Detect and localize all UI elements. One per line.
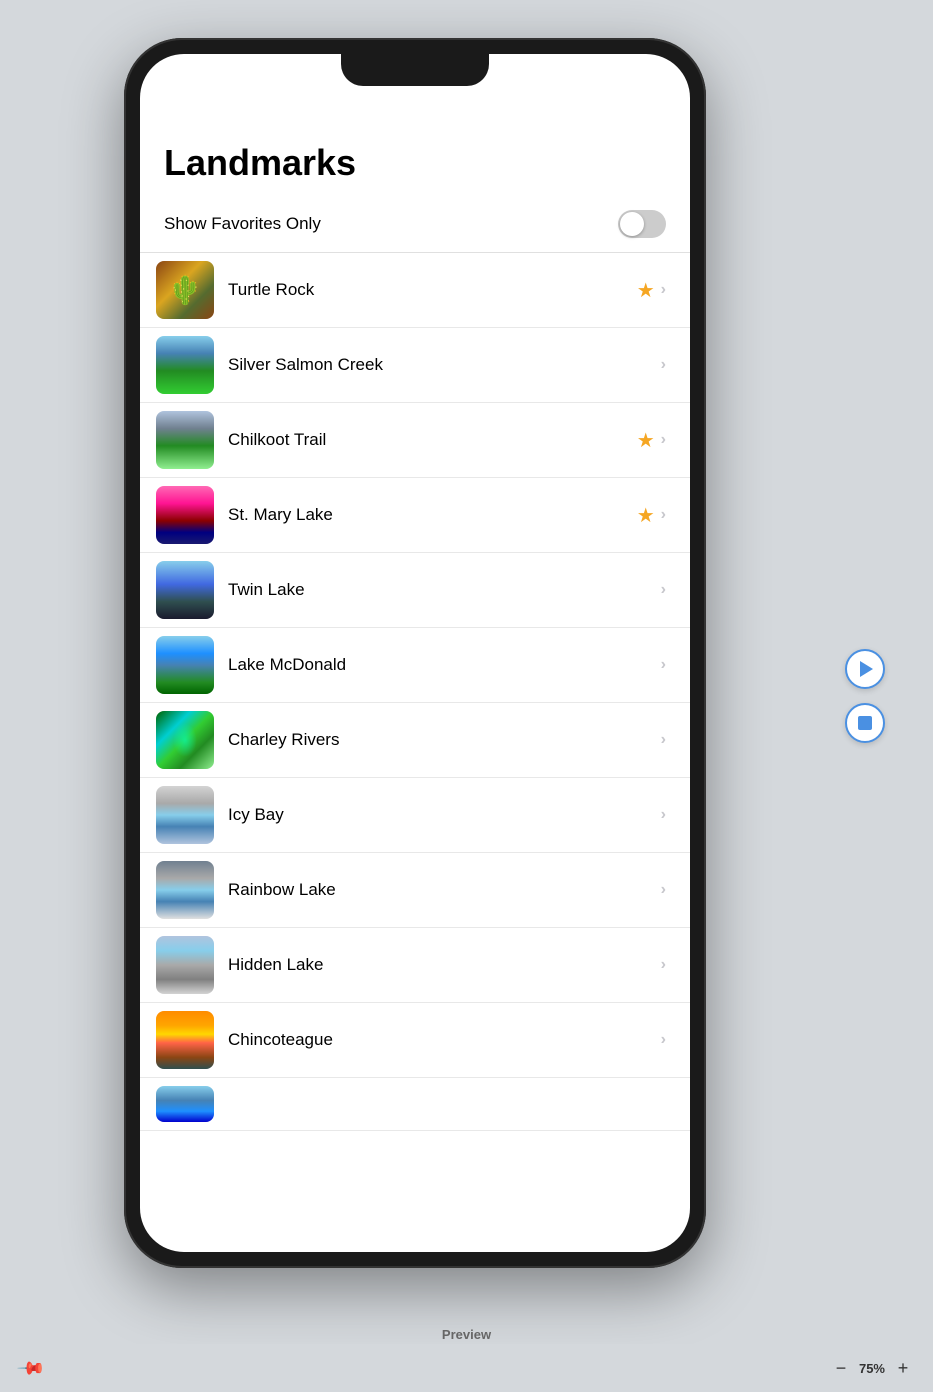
list-item[interactable]: St. Mary Lake ★ ›: [140, 478, 690, 553]
item-right-silver-salmon: ›: [661, 356, 666, 374]
landmark-name-turtle-rock: Turtle Rock: [228, 280, 637, 300]
item-right-lake-mcdonald: ›: [661, 656, 666, 674]
chevron-icon-turtle-rock: ›: [661, 281, 666, 299]
landmark-name-lake-mcdonald: Lake McDonald: [228, 655, 661, 675]
item-right-hidden-lake: ›: [661, 956, 666, 974]
list-item[interactable]: Silver Salmon Creek ›: [140, 328, 690, 403]
preview-label: Preview: [442, 1327, 491, 1342]
chevron-icon-icy-bay: ›: [661, 806, 666, 824]
phone-frame: Landmarks Show Favorites Only Turtle Roc…: [124, 38, 706, 1268]
favorites-toggle[interactable]: [618, 210, 666, 238]
landmark-name-charley-rivers: Charley Rivers: [228, 730, 661, 750]
page-title: Landmarks: [140, 126, 690, 196]
landmark-name-icy-bay: Icy Bay: [228, 805, 661, 825]
chevron-icon-st-mary: ›: [661, 506, 666, 524]
screen-content: Landmarks Show Favorites Only Turtle Roc…: [140, 54, 690, 1252]
landmark-image-turtle-rock: [156, 261, 214, 319]
favorite-star-turtle-rock: ★: [637, 278, 655, 303]
chevron-icon-lake-mcdonald: ›: [661, 656, 666, 674]
list-item[interactable]: Rainbow Lake ›: [140, 853, 690, 928]
landmark-image-lake-mcdonald: [156, 636, 214, 694]
landmark-image-hidden-lake: [156, 936, 214, 994]
item-right-charley-rivers: ›: [661, 731, 666, 749]
list-item[interactable]: Twin Lake ›: [140, 553, 690, 628]
chevron-icon-twin-lake: ›: [661, 581, 666, 599]
list-item[interactable]: Charley Rivers ›: [140, 703, 690, 778]
zoom-controls: − 75% +: [831, 1358, 913, 1379]
item-right-rainbow-lake: ›: [661, 881, 666, 899]
landmark-name-chincoteague: Chincoteague: [228, 1030, 661, 1050]
landmark-name-twin-lake: Twin Lake: [228, 580, 661, 600]
phone-screen: Landmarks Show Favorites Only Turtle Roc…: [140, 54, 690, 1252]
zoom-out-button[interactable]: −: [831, 1358, 851, 1379]
list-item-partial[interactable]: [140, 1078, 690, 1131]
landmark-image-chilkoot-trail: [156, 411, 214, 469]
landmark-name-hidden-lake: Hidden Lake: [228, 955, 661, 975]
side-controls: [845, 649, 885, 743]
landmark-image-twin-lake: [156, 561, 214, 619]
bottom-toolbar: 📌 − 75% +: [0, 1344, 933, 1392]
play-button[interactable]: [845, 649, 885, 689]
item-right-chincoteague: ›: [661, 1031, 666, 1049]
zoom-in-button[interactable]: +: [893, 1358, 913, 1379]
play-icon: [860, 661, 873, 677]
landmark-image-st-mary-lake: [156, 486, 214, 544]
landmark-name-chilkoot-trail: Chilkoot Trail: [228, 430, 637, 450]
item-right-twin-lake: ›: [661, 581, 666, 599]
notch: [341, 54, 489, 86]
landmark-image-chincoteague: [156, 1011, 214, 1069]
list-item[interactable]: Hidden Lake ›: [140, 928, 690, 1003]
item-right-turtle-rock: ★ ›: [637, 278, 666, 303]
pin-icon: 📌: [16, 1353, 47, 1384]
favorites-label: Show Favorites Only: [164, 214, 321, 234]
landmark-image-last: [156, 1086, 214, 1122]
favorite-star-st-mary: ★: [637, 503, 655, 528]
landmark-name-silver-salmon-creek: Silver Salmon Creek: [228, 355, 661, 375]
chevron-icon-chilkoot: ›: [661, 431, 666, 449]
stop-button[interactable]: [845, 703, 885, 743]
toggle-knob: [620, 212, 644, 236]
list-item[interactable]: Icy Bay ›: [140, 778, 690, 853]
chevron-icon-chincoteague: ›: [661, 1031, 666, 1049]
chevron-icon-silver-salmon: ›: [661, 356, 666, 374]
landmark-image-silver-salmon-creek: [156, 336, 214, 394]
item-right-chilkoot: ★ ›: [637, 428, 666, 453]
list-item[interactable]: Chincoteague ›: [140, 1003, 690, 1078]
stop-icon: [858, 716, 872, 730]
landmark-image-rainbow-lake: [156, 861, 214, 919]
chevron-icon-charley-rivers: ›: [661, 731, 666, 749]
landmark-name-st-mary-lake: St. Mary Lake: [228, 505, 637, 525]
chevron-icon-rainbow-lake: ›: [661, 881, 666, 899]
landmark-image-icy-bay: [156, 786, 214, 844]
item-right-icy-bay: ›: [661, 806, 666, 824]
landmark-name-rainbow-lake: Rainbow Lake: [228, 880, 661, 900]
app-content: Landmarks Show Favorites Only Turtle Roc…: [140, 54, 690, 1252]
landmark-image-charley-rivers: [156, 711, 214, 769]
item-right-st-mary: ★ ›: [637, 503, 666, 528]
list-item[interactable]: Lake McDonald ›: [140, 628, 690, 703]
list-item[interactable]: Turtle Rock ★ ›: [140, 253, 690, 328]
landmarks-list: Turtle Rock ★ › Silver Salmon Creek ›: [140, 253, 690, 1131]
favorites-row[interactable]: Show Favorites Only: [140, 196, 690, 253]
chevron-icon-hidden-lake: ›: [661, 956, 666, 974]
zoom-level: 75%: [859, 1361, 885, 1376]
list-item[interactable]: Chilkoot Trail ★ ›: [140, 403, 690, 478]
favorite-star-chilkoot: ★: [637, 428, 655, 453]
